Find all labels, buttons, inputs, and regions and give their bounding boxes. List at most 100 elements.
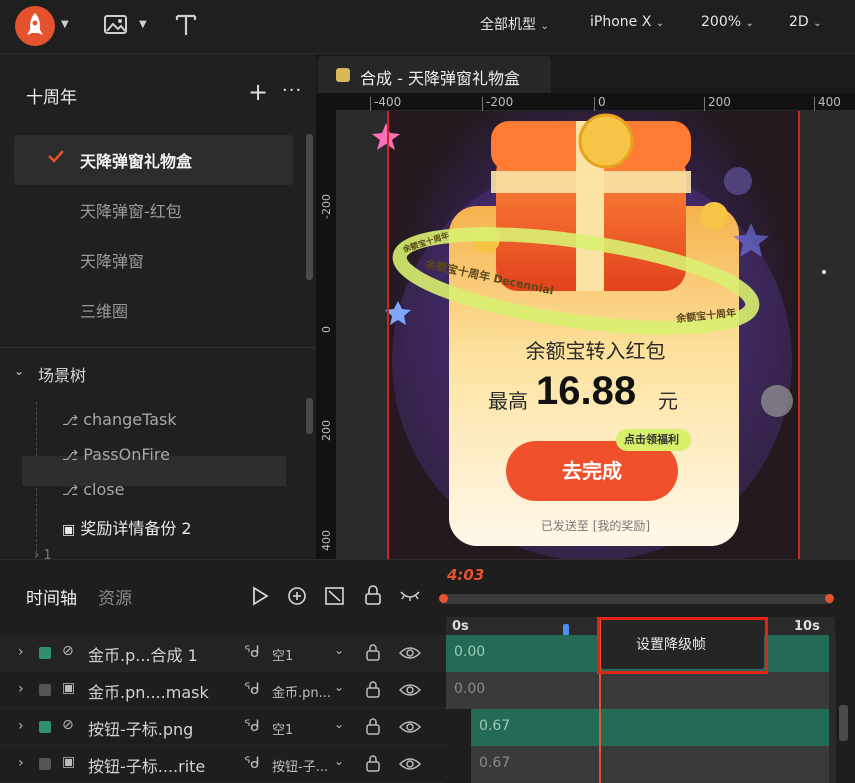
lock-icon[interactable] bbox=[366, 754, 380, 772]
layer-source[interactable]: 金币.pn... bbox=[272, 682, 331, 701]
track-bar[interactable]: 0.67 bbox=[471, 709, 829, 746]
layer-row[interactable]: › ▣ 金币.pn....mask ᖁ 金币.pn... ⌄ bbox=[0, 672, 446, 709]
lock-icon[interactable] bbox=[364, 584, 382, 606]
chevron-down-icon[interactable]: ⌄ bbox=[334, 643, 344, 657]
scene-tree-title[interactable]: 场景树 bbox=[38, 362, 86, 386]
ruler-corner bbox=[316, 93, 336, 111]
ruler-tick-label: 400 bbox=[818, 95, 841, 109]
chevron-down-icon: ⌄ bbox=[655, 18, 665, 29]
chevron-down-icon[interactable]: ⌄ bbox=[334, 754, 344, 768]
track-bar[interactable]: 0.67 bbox=[471, 746, 829, 783]
composition-item[interactable]: 三维圈 bbox=[80, 298, 128, 322]
bone-icon: ⎇ bbox=[62, 448, 79, 464]
device-dropdown[interactable]: iPhone X ⌄ bbox=[590, 14, 664, 30]
collapse-chevron-icon[interactable]: ⌄ bbox=[14, 364, 24, 378]
track-bar[interactable]: 0.00 bbox=[446, 672, 829, 709]
device-filter-dropdown[interactable]: 全部机型 ⌄ bbox=[480, 14, 549, 34]
layer-row[interactable]: › ▣ 按钮-子标....rite ᖁ 按钮-子... ⌄ bbox=[0, 746, 446, 783]
tree-item-label: changeTask bbox=[83, 410, 177, 429]
spiral-source-icon: ᖁ bbox=[244, 754, 260, 772]
layer-row[interactable]: › ⊘ 按钮-子标.png ᖁ 空1 ⌄ bbox=[0, 709, 446, 746]
expand-chevron-icon[interactable]: › bbox=[18, 718, 24, 734]
layer-name[interactable]: 按钮-子标.png bbox=[88, 716, 193, 740]
layer-color-swatch[interactable] bbox=[39, 647, 51, 659]
cta-button[interactable]: 去完成 bbox=[506, 455, 678, 484]
ruler-tick-label: -200 bbox=[320, 194, 333, 219]
range-end-handle[interactable] bbox=[825, 594, 834, 603]
play-icon[interactable] bbox=[250, 586, 270, 606]
composition-item[interactable]: 天降弹窗 bbox=[80, 248, 144, 272]
mode-dropdown[interactable]: 2D ⌄ bbox=[789, 14, 822, 30]
expand-chevron-icon[interactable]: › bbox=[18, 644, 24, 660]
add-keyframe-icon[interactable] bbox=[287, 586, 307, 606]
top-toolbar: ▼ ▼ 全部机型 ⌄ iPhone X ⌄ 200% ⌄ 2D ⌄ bbox=[0, 0, 855, 54]
compositions-scrollbar[interactable] bbox=[306, 134, 313, 280]
zoom-dropdown[interactable]: 200% ⌄ bbox=[701, 14, 754, 30]
layer-source[interactable]: 空1 bbox=[272, 719, 293, 738]
guide-line-right[interactable] bbox=[798, 111, 800, 559]
lock-icon[interactable] bbox=[366, 680, 380, 698]
layer-source[interactable]: 空1 bbox=[272, 645, 293, 664]
current-time: 4:03 bbox=[447, 566, 485, 584]
layer-source[interactable]: 按钮-子... bbox=[272, 756, 328, 775]
lock-icon[interactable] bbox=[366, 717, 380, 735]
tab-timeline[interactable]: 时间轴 bbox=[26, 584, 77, 609]
timeline-range-bar[interactable] bbox=[442, 594, 832, 604]
ruler-tick bbox=[370, 97, 371, 111]
project-title: 十周年 bbox=[26, 88, 77, 108]
text-tool-button[interactable] bbox=[174, 12, 198, 42]
ruler-tick bbox=[594, 97, 595, 111]
expand-chevron-icon[interactable]: › bbox=[18, 755, 24, 771]
add-composition-button[interactable]: + bbox=[248, 80, 268, 104]
eye-icon[interactable] bbox=[399, 683, 421, 697]
range-start-handle[interactable] bbox=[439, 594, 448, 603]
hide-eye-icon[interactable] bbox=[399, 588, 421, 602]
chevron-down-icon[interactable]: ⌄ bbox=[334, 717, 344, 731]
time-end-label: 10s bbox=[794, 619, 820, 634]
chevron-down-icon[interactable]: ⌄ bbox=[334, 680, 344, 694]
tree-item-close[interactable]: ⎇ close bbox=[62, 480, 124, 499]
crop-frame-icon[interactable] bbox=[324, 586, 346, 606]
rocket-icon bbox=[27, 13, 43, 35]
app-logo-button[interactable] bbox=[15, 6, 55, 46]
lock-icon[interactable] bbox=[366, 643, 380, 661]
image-tool-button[interactable] bbox=[103, 13, 129, 41]
chevron-down-icon: ⌄ bbox=[813, 18, 822, 29]
more-dots-icon: ··· bbox=[282, 80, 303, 101]
layer-name[interactable]: 金币.pn....mask bbox=[88, 679, 209, 703]
divider bbox=[0, 347, 316, 348]
layer-color-swatch[interactable] bbox=[39, 758, 51, 770]
vertical-ruler: -200 0 200 400 bbox=[316, 111, 336, 559]
composition-item[interactable]: 天降弹窗礼物盒 bbox=[80, 148, 192, 172]
image-tool-chevron-down-icon[interactable]: ▼ bbox=[139, 19, 147, 30]
guide-line-left[interactable] bbox=[387, 111, 389, 559]
layer-row[interactable]: › ⊘ 金币.p...合成 1 ᖁ 空1 ⌄ bbox=[0, 635, 446, 672]
canvas-viewport[interactable]: 余额宝十周年 Decennial 余额宝十周年 余额宝十周年 余额宝转入红包 最… bbox=[336, 111, 855, 559]
amount-prefix: 最高 bbox=[488, 389, 528, 413]
logo-chevron-down-icon[interactable]: ▼ bbox=[61, 19, 69, 30]
timeline-scrollbar[interactable] bbox=[839, 705, 848, 741]
tree-item-passonfire[interactable]: ⎇ PassOnFire bbox=[62, 445, 170, 464]
track-edge bbox=[829, 635, 836, 783]
set-degrade-frame-menu-item[interactable]: 设置降级帧 bbox=[601, 634, 741, 654]
composition-item[interactable]: 天降弹窗-红包 bbox=[80, 198, 182, 222]
tree-item-changetask[interactable]: ⎇ changeTask bbox=[62, 410, 177, 429]
layer-name[interactable]: 金币.p...合成 1 bbox=[88, 642, 198, 666]
track-value: 0.67 bbox=[479, 718, 511, 734]
layer-color-swatch[interactable] bbox=[39, 684, 51, 696]
layer-color-swatch[interactable] bbox=[39, 721, 51, 733]
tab-composition[interactable]: 合成 - 天降弹窗礼物盒 bbox=[318, 56, 551, 94]
popup-menu: 设置降级帧 bbox=[601, 621, 764, 669]
eye-icon[interactable] bbox=[399, 646, 421, 660]
expand-chevron-icon[interactable]: › bbox=[18, 681, 24, 697]
eye-icon[interactable] bbox=[399, 757, 421, 771]
tab-label: 合成 - 天降弹窗礼物盒 bbox=[360, 69, 520, 88]
spiral-source-icon: ᖁ bbox=[244, 643, 260, 661]
layer-name[interactable]: 按钮-子标....rite bbox=[88, 753, 205, 777]
chevron-down-icon: ⌄ bbox=[540, 21, 549, 32]
eye-icon[interactable] bbox=[399, 720, 421, 734]
scene-tree-scrollbar[interactable] bbox=[306, 398, 313, 434]
more-options-button[interactable]: ··· bbox=[282, 80, 302, 101]
tab-assets[interactable]: 资源 bbox=[98, 584, 132, 609]
tree-item-reward-backup[interactable]: ▣ 奖励详情备份 2 bbox=[62, 515, 192, 539]
